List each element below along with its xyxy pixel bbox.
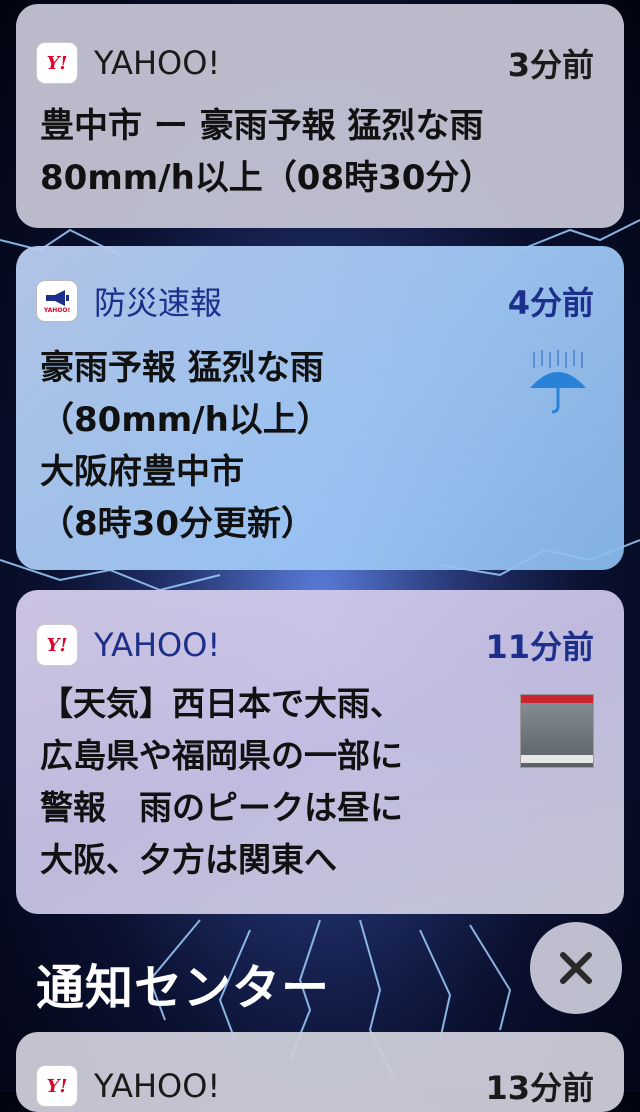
body-line: 豪雨予報 猛烈な雨 [40,348,324,388]
body-line: 80mm/h以上（08時30分） [40,158,494,198]
notification-header: Y! YAHOO! 3分前 [36,41,594,85]
notification-yahoo-3[interactable]: Y! YAHOO! 13分前 [16,1032,624,1112]
app-name: YAHOO! [94,1067,221,1105]
yahoo-icon: Y! [36,42,78,84]
notification-body: 豊中市 ー 豪雨予報 猛烈な雨 80mm/h以上（08時30分） [40,100,493,204]
news-video-thumbnail [520,694,594,768]
body-line: 広島県や福岡県の一部に [40,736,403,775]
notification-body: 豪雨予報 猛烈な雨 （80mm/h以上） 大阪府豊中市 （8時30分更新） [40,342,331,550]
yahoo-icon: Y! [36,1065,78,1107]
body-line: 大阪、夕方は関東へ [40,840,337,879]
notification-time: 4分前 [507,284,594,322]
notification-yahoo-2[interactable]: Y! YAHOO! 11分前 【天気】西日本で大雨、 広島県や福岡県の一部に 警… [16,590,624,914]
body-line: 【天気】西日本で大雨、 [40,684,403,723]
close-button[interactable] [530,922,622,1014]
notification-body: 【天気】西日本で大雨、 広島県や福岡県の一部に 警報 雨のピークは昼に 大阪、夕… [40,678,403,886]
notification-time: 13分前 [485,1069,594,1107]
notification-center-title: 通知センター [36,960,331,1016]
body-line: （80mm/h以上） [40,400,331,440]
thumbnail-top-bar [521,695,593,703]
notification-disaster-alert[interactable]: YAHOO! 防災速報 4分前 豪雨予報 猛烈な雨 （80mm/h以上） 大阪府… [16,246,624,570]
notification-time: 3分前 [507,46,594,84]
notification-header: Y! YAHOO! 13分前 [36,1064,594,1108]
body-line: 警報 雨のピークは昼に [40,788,403,827]
megaphone-icon [46,290,69,306]
close-icon [560,952,592,984]
notification-yahoo-1[interactable]: Y! YAHOO! 3分前 豊中市 ー 豪雨予報 猛烈な雨 80mm/h以上（0… [16,4,624,228]
notification-header: Y! YAHOO! 11分前 [36,623,594,667]
body-line: （8時30分更新） [40,504,315,544]
notification-time: 11分前 [485,628,594,666]
body-line: 大阪府豊中市 [40,452,244,492]
thumbnail-caption-bar [521,755,593,763]
yahoo-icon: Y! [36,624,78,666]
app-name: YAHOO! [94,44,221,82]
body-line: 豊中市 ー 豪雨予報 猛烈な雨 [40,106,484,146]
app-name: YAHOO! [94,626,221,664]
rain-umbrella-icon [530,350,586,414]
app-name: 防災速報 [94,284,223,322]
disaster-alert-icon: YAHOO! [36,280,78,322]
notification-header: YAHOO! 防災速報 4分前 [36,279,594,323]
